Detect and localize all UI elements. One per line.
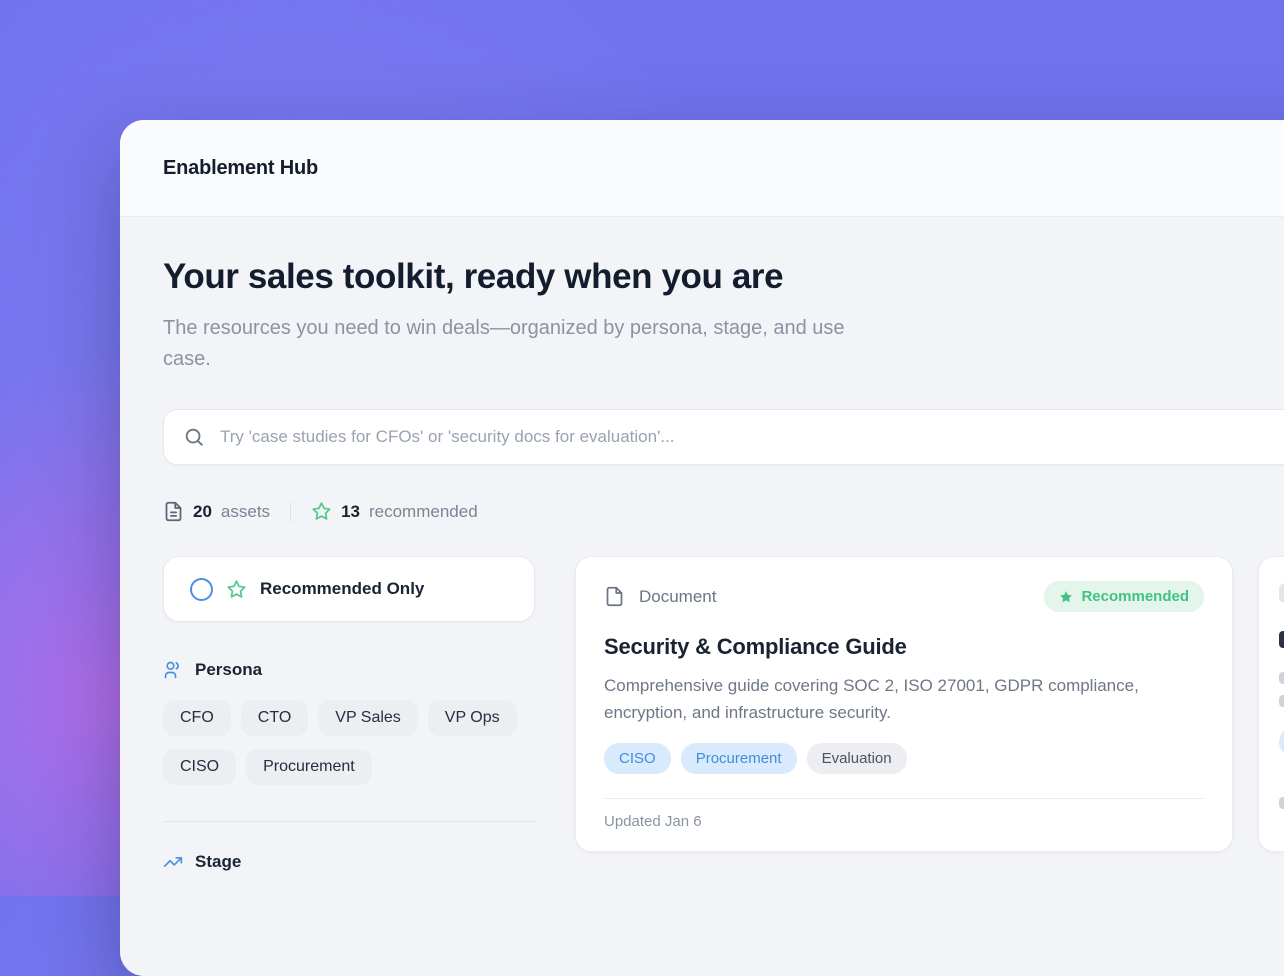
results-grid: Document Recommended Security & Complian… [575, 556, 1284, 852]
trending-up-icon [163, 852, 183, 872]
partial-card-title-fragment [1279, 631, 1284, 648]
stage-label: Stage [195, 852, 241, 872]
recommended-only-radio[interactable] [190, 578, 213, 601]
assets-label: assets [221, 502, 270, 522]
tag-evaluation: Evaluation [807, 743, 907, 774]
card-type: Document [604, 586, 716, 607]
partial-card-type-fragment [1279, 583, 1284, 603]
card-title: Security & Compliance Guide [604, 634, 1204, 660]
persona-chip-cfo[interactable]: CFO [163, 700, 231, 736]
recommended-label: recommended [369, 502, 478, 522]
star-icon [226, 579, 247, 600]
stats-separator [290, 502, 291, 522]
partial-card-footer-fragment [1279, 797, 1284, 809]
users-icon [163, 660, 183, 680]
stage-section-header: Stage [163, 852, 535, 872]
page-subtitle: The resources you need to win deals—orga… [163, 313, 863, 375]
persona-chip-vp-sales[interactable]: VP Sales [318, 700, 418, 736]
search-icon [183, 426, 205, 448]
asset-card-partial[interactable] [1258, 556, 1284, 852]
tag-procurement: Procurement [681, 743, 797, 774]
persona-chip-vp-ops[interactable]: VP Ops [428, 700, 517, 736]
card-type-label: Document [639, 587, 716, 607]
asset-card-security-compliance-guide[interactable]: Document Recommended Security & Complian… [575, 556, 1233, 852]
app-window: Enablement Hub Your sales toolkit, ready… [120, 120, 1284, 976]
main-content: Your sales toolkit, ready when you are T… [120, 217, 1284, 872]
recommended-only-label: Recommended Only [260, 579, 424, 599]
sidebar-divider [163, 821, 535, 822]
app-header: Enablement Hub [120, 120, 1284, 217]
star-icon [311, 501, 332, 522]
persona-label: Persona [195, 660, 262, 680]
card-description: Comprehensive guide covering SOC 2, ISO … [604, 673, 1204, 727]
search-input[interactable] [218, 426, 1284, 448]
filters-sidebar: Recommended Only Persona CFO CTO VP Sale… [163, 556, 535, 872]
partial-card-desc-fragment [1279, 672, 1284, 684]
recommended-only-toggle[interactable]: Recommended Only [163, 556, 535, 622]
page-title: Your sales toolkit, ready when you are [163, 257, 1284, 297]
persona-chips: CFO CTO VP Sales VP Ops CISO Procurement [163, 700, 535, 785]
persona-chip-ciso[interactable]: CISO [163, 749, 236, 785]
assets-stat: 20 assets [163, 501, 270, 522]
card-tags: CISO Procurement Evaluation [604, 743, 1204, 774]
stats-row: 20 assets 13 recommended [163, 501, 1284, 522]
persona-chip-procurement[interactable]: Procurement [246, 749, 372, 785]
partial-card-tag-fragment [1279, 727, 1284, 757]
recommended-badge: Recommended [1044, 581, 1204, 612]
recommended-stat: 13 recommended [311, 501, 478, 522]
file-text-icon [163, 501, 184, 522]
file-icon [604, 586, 625, 607]
search-bar[interactable] [163, 409, 1284, 465]
app-title: Enablement Hub [163, 157, 318, 180]
recommended-badge-label: Recommended [1081, 588, 1189, 605]
assets-count: 20 [193, 502, 212, 522]
star-icon [1059, 590, 1073, 604]
card-updated: Updated Jan 6 [604, 799, 1204, 830]
persona-section-header: Persona [163, 660, 535, 680]
partial-card-desc-fragment [1279, 695, 1284, 707]
persona-chip-cto[interactable]: CTO [241, 700, 308, 736]
recommended-count: 13 [341, 502, 360, 522]
tag-ciso: CISO [604, 743, 671, 774]
